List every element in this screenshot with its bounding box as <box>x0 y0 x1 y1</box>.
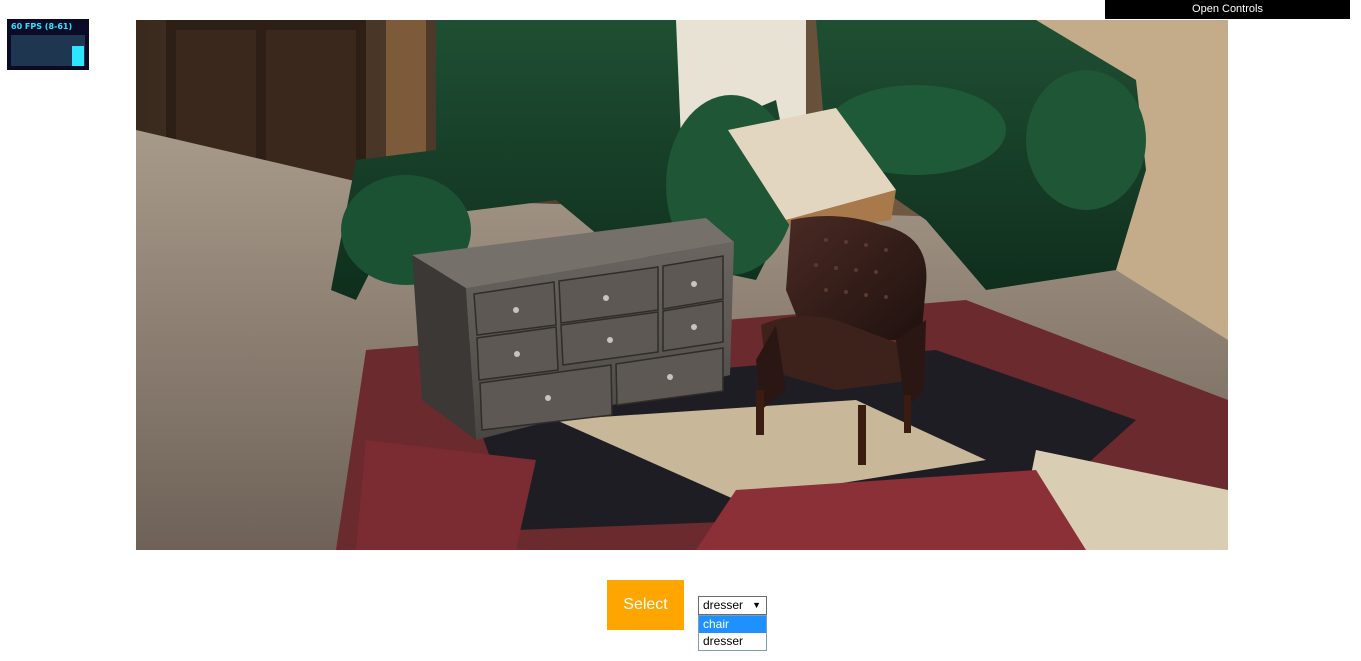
select-button[interactable]: Select <box>607 580 684 630</box>
3d-viewport[interactable] <box>136 20 1228 550</box>
dropdown-value-text: dresser <box>703 598 744 612</box>
chevron-down-icon[interactable]: ▼ <box>752 597 761 614</box>
fps-stats-panel[interactable]: 60 FPS (8-61) <box>7 19 89 70</box>
dropdown-option-chair[interactable]: chair <box>699 616 766 633</box>
fps-graph <box>11 35 85 66</box>
dropdown-options-list[interactable]: chair dresser <box>698 615 767 651</box>
dropdown-option-dresser[interactable]: dresser <box>699 633 766 650</box>
fps-readout: 60 FPS (8-61) <box>11 22 73 31</box>
room-scene[interactable] <box>136 20 1228 550</box>
dropdown-current-value[interactable]: dresser ▼ <box>698 596 767 615</box>
open-controls-button[interactable]: Open Controls <box>1105 0 1350 19</box>
fps-graph-bar <box>72 46 84 66</box>
furniture-dropdown[interactable]: dresser ▼ chair dresser <box>698 596 767 651</box>
